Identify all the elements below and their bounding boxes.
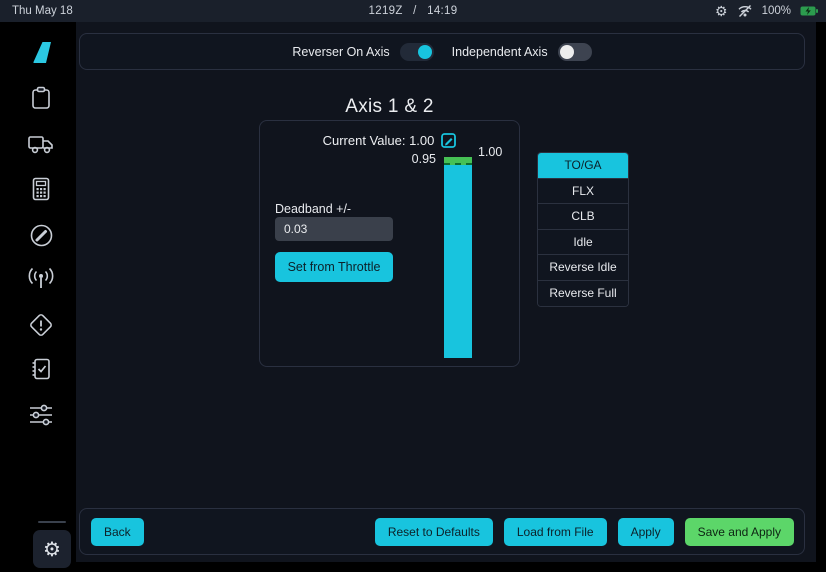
sidebar-item-axis-settings[interactable] bbox=[26, 401, 56, 429]
sidebar-item-radio[interactable] bbox=[26, 265, 56, 293]
bar-lower-label: 0.95 bbox=[384, 152, 436, 166]
sidebar-item-failures[interactable] bbox=[26, 311, 56, 339]
battery-charging-icon bbox=[800, 5, 818, 17]
page-title: Axis 1 & 2 bbox=[259, 96, 520, 118]
utc-time: 1219Z bbox=[369, 5, 403, 17]
reset-to-defaults-button[interactable]: Reset to Defaults bbox=[375, 518, 493, 546]
footer-right-buttons: Reset to Defaults Load from File Apply S… bbox=[375, 518, 794, 546]
gear-icon: ⚙ bbox=[43, 537, 61, 562]
reverser-on-axis-label: Reverser On Axis bbox=[292, 45, 389, 59]
independent-axis-group: Independent Axis bbox=[452, 43, 592, 61]
sliders-icon bbox=[28, 403, 54, 427]
load-from-file-button[interactable]: Load from File bbox=[504, 518, 607, 546]
detent-reverse-full[interactable]: Reverse Full bbox=[538, 281, 628, 307]
reverser-on-axis-group: Reverser On Axis bbox=[292, 43, 433, 61]
independent-axis-label: Independent Axis bbox=[452, 45, 548, 59]
truck-icon bbox=[27, 133, 55, 155]
wifi-off-icon bbox=[737, 4, 753, 18]
toggle-knob bbox=[418, 45, 432, 59]
detent-idle[interactable]: Idle bbox=[538, 230, 628, 256]
app-logo bbox=[28, 39, 54, 65]
sidebar-item-instruments[interactable] bbox=[26, 221, 56, 249]
bar-upper-label: 1.00 bbox=[478, 145, 502, 159]
sidebar-item-ground-services[interactable] bbox=[26, 130, 56, 158]
sidebar-item-home[interactable] bbox=[26, 38, 56, 66]
footer-action-bar: Back Reset to Defaults Load from File Ap… bbox=[79, 508, 805, 555]
edit-icon[interactable] bbox=[441, 133, 456, 148]
detent-flx[interactable]: FLX bbox=[538, 179, 628, 205]
sidebar-item-settings[interactable]: ⚙ bbox=[33, 530, 71, 568]
detent-list: TO/GA FLX CLB Idle Reverse Idle Reverse … bbox=[537, 152, 629, 307]
calculator-icon bbox=[30, 176, 52, 202]
status-bar: Thu May 18 1219Z / 14:19 ⚙ 100% bbox=[0, 0, 826, 22]
toggle-knob bbox=[560, 45, 574, 59]
status-clock: 1219Z / 14:19 bbox=[0, 5, 826, 17]
sidebar-item-checklist[interactable] bbox=[26, 355, 56, 383]
back-button[interactable]: Back bbox=[91, 518, 144, 546]
detent-toga[interactable]: TO/GA bbox=[538, 153, 628, 179]
warning-diamond-icon bbox=[28, 312, 54, 338]
local-time: 14:19 bbox=[427, 5, 457, 17]
apply-button[interactable]: Apply bbox=[618, 518, 674, 546]
set-from-throttle-button[interactable]: Set from Throttle bbox=[275, 252, 393, 282]
battery-percent: 100% bbox=[762, 5, 791, 17]
sidebar-item-clipboard[interactable] bbox=[26, 84, 56, 112]
time-separator: / bbox=[413, 5, 417, 17]
antenna-icon bbox=[27, 267, 55, 291]
gear-icon[interactable]: ⚙ bbox=[715, 4, 728, 18]
checklist-icon bbox=[29, 356, 53, 382]
sidebar: ⚙ bbox=[0, 22, 76, 562]
current-value-label: Current Value: 1.00 bbox=[323, 133, 435, 148]
sidebar-divider bbox=[38, 521, 66, 523]
clipboard-icon bbox=[29, 85, 53, 111]
deadband-zone bbox=[444, 157, 472, 165]
deadband-label: Deadband +/- bbox=[275, 202, 351, 216]
deadband-input[interactable] bbox=[275, 217, 393, 241]
sidebar-item-calculator[interactable] bbox=[26, 175, 56, 203]
detent-reverse-idle[interactable]: Reverse Idle bbox=[538, 255, 628, 281]
axis-options-bar: Reverser On Axis Independent Axis bbox=[79, 33, 805, 70]
reverser-on-axis-toggle[interactable] bbox=[400, 43, 434, 61]
calibration-panel: Current Value: 1.00 0.95 1.00 Deadband +… bbox=[259, 120, 520, 367]
gauge-icon bbox=[29, 223, 54, 248]
save-and-apply-button[interactable]: Save and Apply bbox=[685, 518, 794, 546]
independent-axis-toggle[interactable] bbox=[558, 43, 592, 61]
main-content: Reverser On Axis Independent Axis Axis 1… bbox=[76, 22, 816, 562]
detent-clb[interactable]: CLB bbox=[538, 204, 628, 230]
axis-value-bar bbox=[444, 157, 472, 358]
